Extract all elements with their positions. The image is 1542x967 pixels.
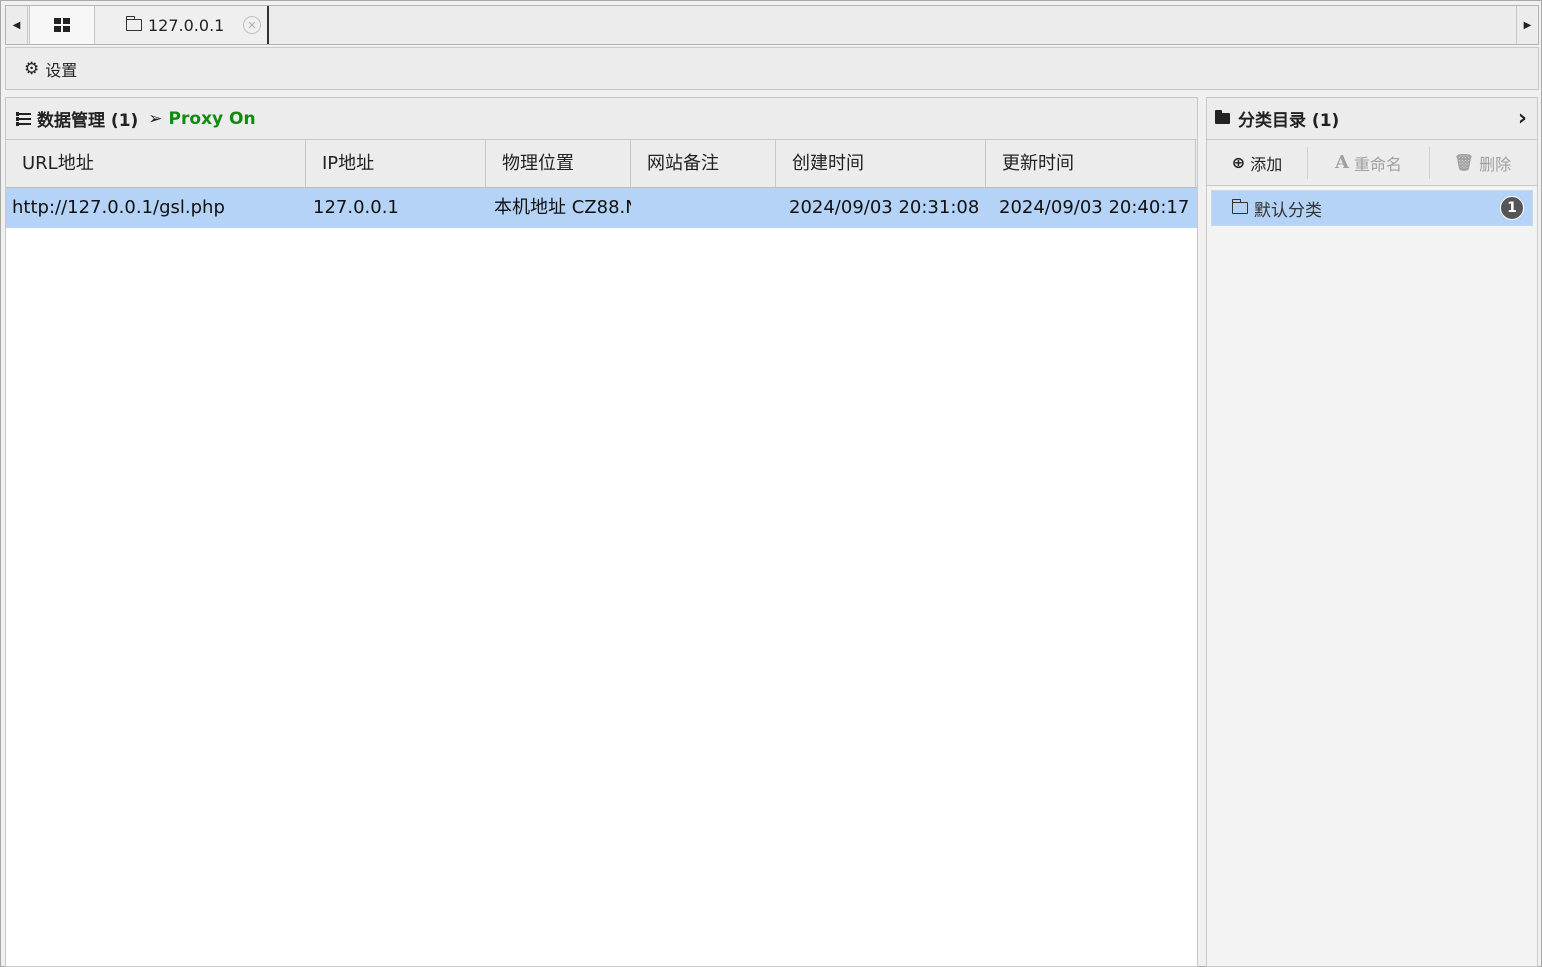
column-header-note[interactable]: 网站备注 bbox=[631, 140, 776, 187]
plus-circle-icon: ⊕ bbox=[1231, 153, 1246, 172]
column-header-created[interactable]: 创建时间 bbox=[776, 140, 986, 187]
main-toolbar: ⚙ 设置 bbox=[5, 47, 1539, 90]
category-panel-title: 分类目录 (1) bbox=[1238, 111, 1340, 131]
cell-url: http://127.0.0.1/gsl.php bbox=[12, 197, 225, 218]
folder-icon bbox=[1231, 199, 1248, 214]
font-icon: A bbox=[1335, 152, 1349, 173]
tab-home[interactable] bbox=[29, 6, 95, 44]
tab-strip: ◀ 127.0.0.1 ✕ ▶ bbox=[5, 5, 1539, 45]
cell-created: 2024/09/03 20:31:08 bbox=[789, 197, 980, 218]
folder-icon bbox=[125, 16, 142, 31]
settings-label: 设置 bbox=[45, 60, 78, 80]
cell-location: 本机地址 CZ88.NET bbox=[494, 197, 631, 218]
cell-ip: 127.0.0.1 bbox=[313, 197, 399, 218]
tab-site[interactable]: 127.0.0.1 ✕ bbox=[96, 6, 269, 44]
proxy-status[interactable]: ➢ Proxy On bbox=[144, 109, 255, 129]
cell-updated: 2024/09/03 20:40:17 bbox=[999, 197, 1190, 218]
chevron-right-icon[interactable]: › bbox=[1518, 106, 1527, 131]
folder-icon bbox=[1215, 110, 1230, 124]
category-item-label: 默认分类 bbox=[1254, 200, 1322, 221]
tab-scroll-left-button[interactable]: ◀ bbox=[6, 6, 28, 44]
settings-button[interactable]: ⚙ 设置 bbox=[24, 57, 77, 81]
cell-note bbox=[639, 188, 776, 228]
proxy-status-label: Proxy On bbox=[168, 108, 256, 129]
table-row[interactable]: http://127.0.0.1/gsl.php 127.0.0.1 本机地址 … bbox=[6, 188, 1197, 228]
data-panel-header: 数据管理 (1) ➢ Proxy On bbox=[6, 98, 1197, 140]
grid-icon bbox=[54, 18, 70, 32]
category-item-default[interactable]: 默认分类 1 bbox=[1211, 190, 1533, 226]
delete-label: 删除 bbox=[1479, 154, 1512, 174]
column-header-ip[interactable]: IP地址 bbox=[306, 140, 486, 187]
tab-site-label: 127.0.0.1 bbox=[148, 15, 225, 35]
gear-icon: ⚙ bbox=[24, 58, 40, 79]
close-icon[interactable]: ✕ bbox=[243, 16, 261, 34]
count-badge: 1 bbox=[1500, 196, 1524, 220]
category-panel: 分类目录 (1) › ⊕ 添加 A 重命名 🗑 删除 默认分类 1 bbox=[1206, 97, 1538, 967]
table-header: URL地址 IP地址 物理位置 网站备注 创建时间 更新时间 bbox=[6, 140, 1197, 188]
rename-label: 重命名 bbox=[1353, 154, 1402, 174]
rename-category-button[interactable]: A 重命名 bbox=[1308, 146, 1430, 179]
app-window: ◀ 127.0.0.1 ✕ ▶ ⚙ 设置 数据管理 (1) ➢ Proxy On… bbox=[0, 0, 1542, 967]
trash-icon: 🗑 bbox=[1453, 153, 1475, 172]
column-header-updated[interactable]: 更新时间 bbox=[986, 140, 1196, 187]
paper-plane-icon: ➢ bbox=[148, 108, 163, 129]
data-panel: 数据管理 (1) ➢ Proxy On URL地址 IP地址 物理位置 网站备注… bbox=[5, 97, 1198, 967]
category-panel-header: 分类目录 (1) › bbox=[1207, 98, 1537, 140]
data-panel-title: 数据管理 (1) bbox=[37, 111, 139, 131]
delete-category-button[interactable]: 🗑 删除 bbox=[1430, 147, 1535, 179]
column-header-location[interactable]: 物理位置 bbox=[486, 140, 631, 187]
category-toolbar: ⊕ 添加 A 重命名 🗑 删除 bbox=[1207, 140, 1537, 186]
add-category-button[interactable]: ⊕ 添加 bbox=[1207, 146, 1308, 179]
list-icon bbox=[13, 110, 31, 128]
add-label: 添加 bbox=[1250, 154, 1283, 174]
column-header-url[interactable]: URL地址 bbox=[6, 140, 306, 187]
tab-scroll-right-button[interactable]: ▶ bbox=[1516, 6, 1538, 44]
